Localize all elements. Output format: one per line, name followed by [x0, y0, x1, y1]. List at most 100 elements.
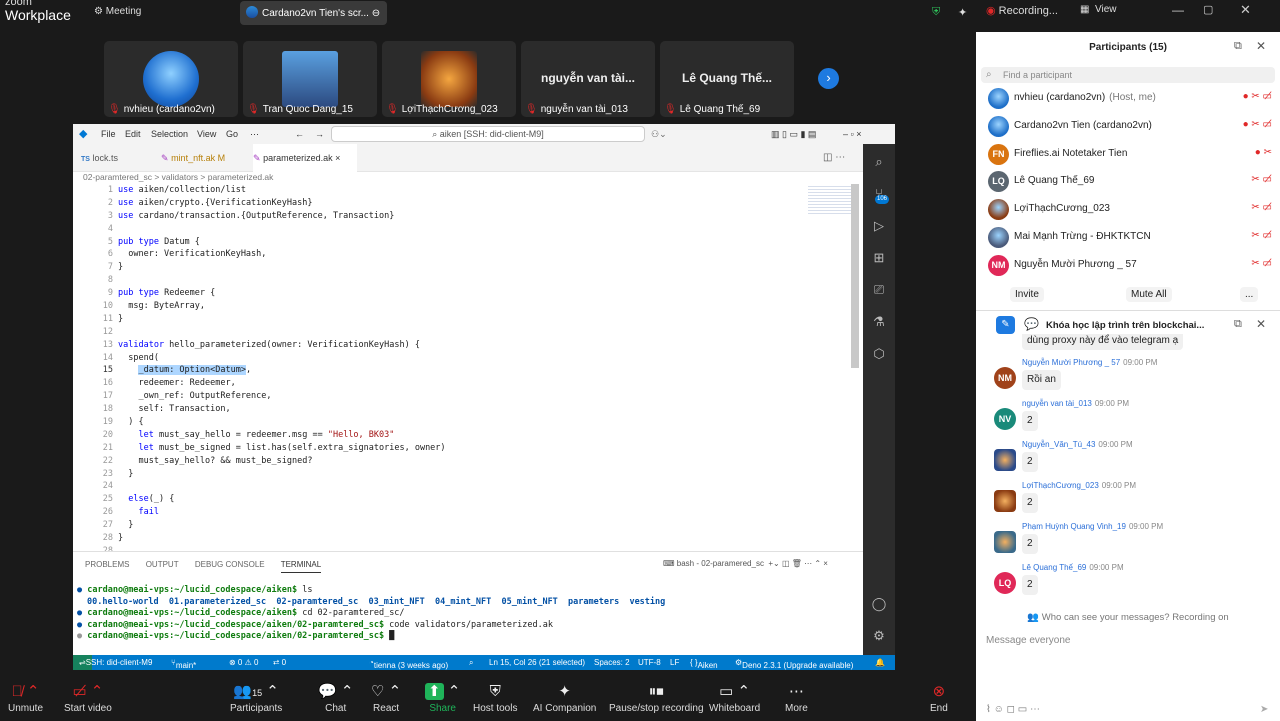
participant-row[interactable]: NM Nguyễn Mười Phương _ 57 ✂ ▭̸ [976, 251, 1280, 279]
view-button[interactable]: ▦ View [1080, 4, 1117, 15]
blame-status[interactable]: ◔ tienna (3 weeks ago) [369, 658, 448, 670]
editor-scrollbar[interactable] [851, 184, 859, 368]
maximize-icon[interactable]: ▢ [1203, 3, 1213, 16]
menu-edit[interactable]: Edit [125, 129, 141, 139]
window-controls[interactable]: – ▫ × [843, 129, 861, 139]
command-center-search[interactable]: ⌕ aiken [SSH: did-client-M9] [331, 126, 645, 142]
invite-button[interactable]: Invite [1010, 287, 1044, 302]
tab-parameterized[interactable]: ✎ parameterized.ak × [253, 144, 357, 172]
compose-icon[interactable]: ✎ [996, 316, 1015, 334]
meeting-menu[interactable]: ⚙ Meeting [94, 6, 141, 17]
popout-icon[interactable]: ⧉ [1234, 40, 1242, 53]
participant-search-input[interactable]: Find a participant [981, 67, 1275, 83]
terminal-controls[interactable]: ⌨ bash - 02-paramered_sc +⌄ ◫ 🗑 ⋯ ⌃ × [663, 559, 828, 568]
search-icon[interactable]: ⌕ [870, 154, 888, 170]
video-thumbnail[interactable]: Lê Quang Thế... 🎙 Lê Quang Thế_69 [660, 41, 794, 117]
layout-icons[interactable]: ▥ ▯ ▭ ▮ ▤ [771, 129, 816, 140]
recording-indicator[interactable]: ◉ Recording... [986, 4, 1058, 17]
message-input[interactable]: Message everyone [986, 635, 1071, 646]
code-editor[interactable]: use aiken/collection/list use aiken/crypt… [118, 184, 446, 545]
more-button[interactable]: ⋯ More [785, 683, 808, 714]
breadcrumb[interactable]: 02-paramtered_sc > validators > paramete… [83, 172, 273, 182]
indentation-status[interactable]: Spaces: 2 [594, 658, 630, 667]
terminal-output[interactable]: ● cardano@meai-vps:~/lucid_codespace/aik… [77, 585, 665, 643]
tab-problems[interactable]: PROBLEMS [85, 560, 129, 569]
chat-visibility-notice[interactable]: 👥 Who can see your messages? Recording o… [976, 612, 1280, 623]
participant-row[interactable]: LQ Lê Quang Thế_69 ✂ ▭̸ [976, 167, 1280, 195]
containers-icon[interactable]: ⬡ [870, 346, 888, 362]
video-thumbnail[interactable]: nguyễn van tài... 🎙 nguyễn van tài_013 [521, 41, 655, 117]
account-icon[interactable]: ◯ [870, 596, 888, 612]
tab-mint-nft[interactable]: ✎ mint_nft.ak M [161, 144, 251, 172]
menu-selection[interactable]: Selection [151, 129, 188, 139]
remote-explorer-icon[interactable]: ⎚ [870, 282, 888, 298]
forward-arrow-icon[interactable]: → [315, 129, 324, 139]
tab-lock-ts[interactable]: TS lock.ts [81, 144, 159, 172]
branch-status[interactable]: ⑂ main* [171, 658, 196, 670]
chat-sender[interactable]: LợiThạchCương_023 09:00 PM [1022, 481, 1136, 490]
chat-sender[interactable]: Nguyễn Mười Phương _ 57 09:00 PM [1022, 358, 1157, 367]
cursor-position[interactable]: Ln 15, Col 26 (21 selected) [489, 658, 585, 667]
menu-file[interactable]: File [101, 129, 116, 139]
testing-icon[interactable]: ⚗ [870, 314, 888, 330]
tab-output[interactable]: OUTPUT [146, 560, 179, 569]
tab-debug-console[interactable]: DEBUG CONSOLE [195, 560, 265, 569]
settings-gear-icon[interactable]: ⚙ [870, 628, 888, 644]
chat-sender[interactable]: Nguyễn_Văn_Tú_43 09:00 PM [1022, 440, 1133, 449]
minimize-icon[interactable]: — [1172, 3, 1184, 17]
mute-all-button[interactable]: Mute All [1126, 287, 1172, 302]
video-thumbnail[interactable]: 🎙 nvhieu (cardano2vn) [104, 41, 238, 117]
close-tab-icon[interactable]: × [335, 153, 340, 163]
share-button[interactable]: ⬆ ⌃ Share [425, 683, 460, 714]
run-debug-icon[interactable]: ▷ [870, 218, 888, 234]
more-button[interactable]: ... [1240, 287, 1259, 302]
zoom-icon[interactable]: ⌕ [469, 658, 473, 668]
send-icon[interactable]: ➤ [1260, 704, 1268, 715]
react-button[interactable]: ♡ ⌃ React [371, 683, 401, 714]
chat-sender[interactable]: Phạm Huỳnh Quang Vinh_19 09:00 PM [1022, 522, 1163, 531]
participant-row[interactable]: nvhieu (cardano2vn) (Host, me) ● ✂ ▭̸ [976, 84, 1280, 112]
participant-row[interactable]: FN Fireflies.ai Notetaker Tien ● ✂ [976, 140, 1280, 168]
popout-icon[interactable]: ⧉ [1234, 318, 1242, 331]
participant-row[interactable]: Mai Mạnh Trừng - ĐHKTKTCN ✂ ▭̸ [976, 223, 1280, 251]
split-editor-icon[interactable]: ◫ ⋯ [823, 152, 845, 163]
minus-circle-icon[interactable]: ⊖ [372, 8, 380, 19]
ports-status[interactable]: ⮂ 0 [273, 658, 286, 668]
extensions-icon[interactable]: ⊞ [870, 250, 888, 266]
deno-status[interactable]: ⚙ Deno 2.3.1 (Upgrade available) [735, 658, 853, 670]
pause-stop-recording-button[interactable]: ⏸⏹ Pause/stop recording [609, 683, 704, 714]
chat-sender[interactable]: nguyễn van tài_013 09:00 PM [1022, 399, 1129, 408]
chat-tools[interactable]: ⌇ ☺ ◻ ▭ ⋯ [986, 704, 1040, 715]
sparkle-icon[interactable]: ✦ [958, 6, 967, 19]
video-thumbnail[interactable]: 🎙 Tran Quoc Dang_15 [243, 41, 377, 117]
eol-status[interactable]: LF [670, 658, 679, 667]
close-icon[interactable]: ✕ [1256, 317, 1266, 331]
copilot-icon[interactable]: ⚇⌄ [651, 129, 667, 140]
chat-title[interactable]: Khóa học lập trình trên blockchai... [1046, 320, 1204, 331]
close-icon[interactable]: ✕ [1256, 39, 1266, 53]
close-icon[interactable]: ✕ [1240, 2, 1251, 18]
participants-button[interactable]: 👥15 ⌃ Participants [230, 683, 282, 714]
end-button[interactable]: ⊗ End [930, 683, 948, 714]
encoding-status[interactable]: UTF-8 [638, 658, 661, 667]
whiteboard-button[interactable]: ▭ ⌃ Whiteboard [709, 683, 760, 714]
menu-more[interactable]: ⋯ [250, 129, 259, 140]
bell-icon[interactable]: 🔔 [875, 658, 885, 667]
participant-row[interactable]: LợiThạchCương_023 ✂ ▭̸ [976, 195, 1280, 223]
menu-view[interactable]: View [197, 129, 216, 139]
start-video-button[interactable]: ▭̸ ⌃ Start video [64, 683, 112, 714]
language-status[interactable]: { } Aiken [690, 658, 718, 670]
remote-indicator[interactable]: ⇌ SSH: did-client-M9 [73, 655, 152, 670]
video-thumbnail[interactable]: 🎙 LợiThạchCương_023 [382, 41, 516, 117]
menu-go[interactable]: Go [226, 129, 238, 139]
tab-terminal[interactable]: TERMINAL [280, 560, 322, 573]
chat-sender[interactable]: Lê Quang Thế_69 09:00 PM [1022, 563, 1124, 572]
ai-companion-button[interactable]: ✦ AI Companion [533, 683, 596, 714]
next-page-button[interactable]: › [818, 68, 839, 89]
problems-status[interactable]: ⊗ 0 ⚠ 0 [229, 658, 258, 667]
participant-row[interactable]: Cardano2vn Tien (cardano2vn) ● ✂ ▭̸ [976, 112, 1280, 140]
unmute-button[interactable]: 🎙̸ ⌃ Unmute [8, 683, 43, 714]
host-tools-button[interactable]: ⛨ Host tools [473, 683, 517, 714]
screen-share-tab[interactable]: Cardano2vn Tien's scr... ⊖ [240, 1, 387, 25]
back-arrow-icon[interactable]: ← [295, 129, 304, 139]
